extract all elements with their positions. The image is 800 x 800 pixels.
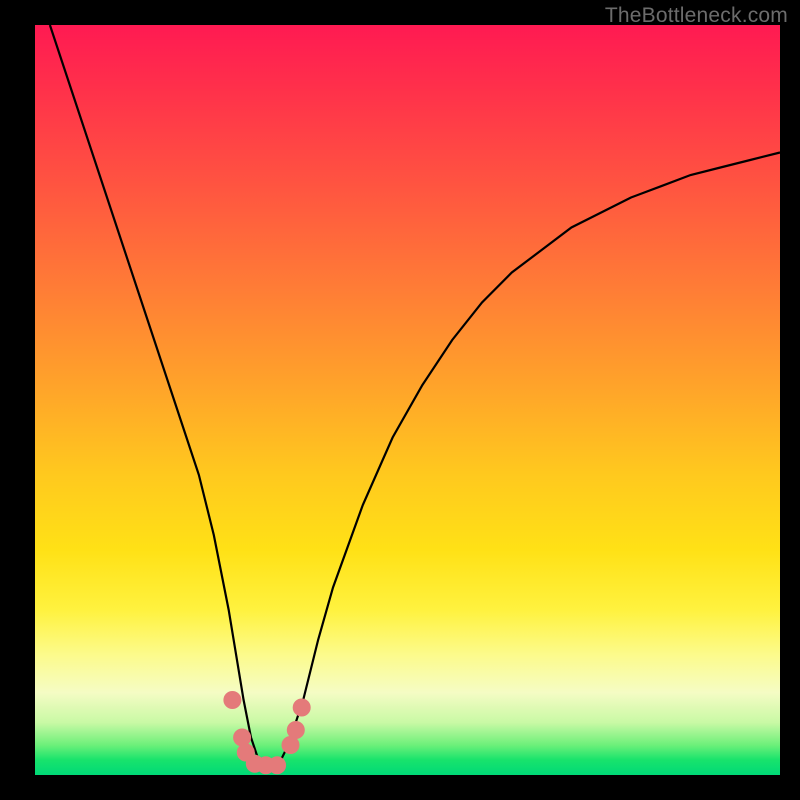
- watermark-text: TheBottleneck.com: [605, 4, 788, 28]
- chart-frame: TheBottleneck.com: [0, 0, 800, 800]
- curve-marker: [293, 699, 311, 717]
- curve-marker: [233, 729, 251, 747]
- curve-marker: [223, 691, 241, 709]
- curve-marker: [268, 756, 286, 774]
- bottleneck-curve: [50, 25, 780, 768]
- curve-marker: [287, 721, 305, 739]
- plot-area: [35, 25, 780, 775]
- bottleneck-curve-svg: [35, 25, 780, 775]
- curve-markers: [223, 691, 310, 774]
